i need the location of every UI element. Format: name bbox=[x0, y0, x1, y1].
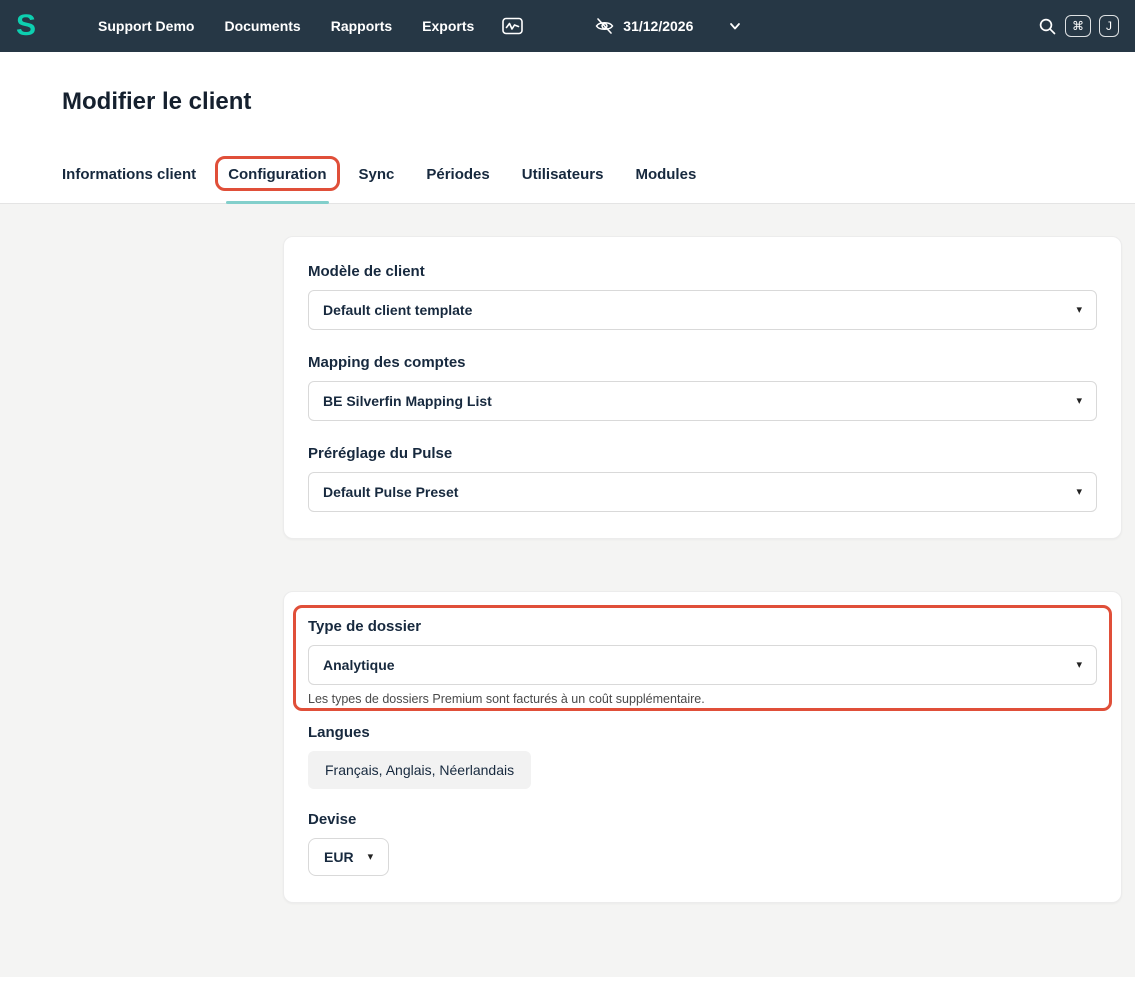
main-nav: Support Demo Documents Rapports Exports bbox=[98, 18, 474, 34]
field-langues: Langues Français, Anglais, Néerlandais bbox=[308, 724, 1097, 789]
tabs-row: Informations client Configuration Sync P… bbox=[0, 140, 1135, 204]
top-navigation-bar: S Support Demo Documents Rapports Export… bbox=[0, 0, 1135, 52]
topbar-right-group: ⌘ J bbox=[1038, 15, 1119, 37]
dossier-type-help-text: Les types de dossiers Premium sont factu… bbox=[308, 692, 705, 706]
cmd-key-badge: ⌘ bbox=[1065, 15, 1091, 37]
select-value: EUR bbox=[324, 849, 354, 865]
search-icon[interactable] bbox=[1038, 17, 1057, 36]
tab-modules[interactable]: Modules bbox=[635, 166, 696, 183]
select-value: Default Pulse Preset bbox=[323, 484, 459, 500]
select-value: Default client template bbox=[323, 302, 473, 318]
main-content: Modèle de client Default client template… bbox=[0, 204, 1135, 977]
pulse-preset-select[interactable]: Default Pulse Preset ▾ bbox=[308, 472, 1097, 512]
field-modele-de-client: Modèle de client Default client template… bbox=[308, 263, 1097, 330]
client-template-select[interactable]: Default client template ▾ bbox=[308, 290, 1097, 330]
caret-down-icon: ▾ bbox=[1076, 485, 1082, 498]
tab-label: Configuration bbox=[228, 166, 327, 183]
j-key-badge: J bbox=[1099, 15, 1119, 37]
tab-label: Périodes bbox=[426, 166, 490, 183]
nav-support-demo[interactable]: Support Demo bbox=[98, 18, 194, 34]
field-mapping-des-comptes: Mapping des comptes BE Silverfin Mapping… bbox=[308, 354, 1097, 421]
field-label: Préréglage du Pulse bbox=[308, 445, 453, 462]
select-value: BE Silverfin Mapping List bbox=[323, 393, 492, 409]
caret-down-icon: ▾ bbox=[367, 850, 374, 863]
eye-slash-icon bbox=[595, 17, 614, 35]
field-prereglage-du-pulse: Préréglage du Pulse Default Pulse Preset… bbox=[308, 445, 1097, 512]
period-selector[interactable]: 31/12/2026 bbox=[595, 17, 693, 35]
field-label: Devise bbox=[308, 811, 357, 828]
chevron-down-icon[interactable] bbox=[727, 18, 743, 34]
select-value: Analytique bbox=[323, 657, 395, 673]
tab-label: Modules bbox=[635, 166, 697, 183]
devise-select[interactable]: EUR ▾ bbox=[308, 838, 390, 876]
page-title: Modifier le client bbox=[62, 88, 252, 115]
nav-exports[interactable]: Exports bbox=[422, 18, 474, 34]
field-label: Mapping des comptes bbox=[308, 354, 466, 371]
field-devise: Devise EUR ▾ bbox=[308, 811, 1097, 876]
caret-down-icon: ▾ bbox=[1076, 303, 1082, 316]
nav-rapports[interactable]: Rapports bbox=[331, 18, 392, 34]
field-label: Langues bbox=[308, 724, 370, 741]
dossier-card: Type de dossier Analytique ▾ Les types d… bbox=[283, 591, 1122, 903]
tab-utilisateurs[interactable]: Utilisateurs bbox=[522, 166, 604, 183]
field-label: Type de dossier bbox=[308, 618, 422, 635]
caret-down-icon: ▾ bbox=[1076, 394, 1082, 407]
dossier-type-select[interactable]: Analytique ▾ bbox=[308, 645, 1097, 685]
field-label: Modèle de client bbox=[308, 263, 425, 280]
caret-down-icon: ▾ bbox=[1076, 658, 1082, 671]
tab-sync[interactable]: Sync bbox=[359, 166, 395, 183]
tab-configuration[interactable]: Configuration bbox=[215, 156, 340, 204]
period-date: 31/12/2026 bbox=[623, 18, 694, 34]
langues-chip[interactable]: Français, Anglais, Néerlandais bbox=[308, 751, 532, 789]
tab-periodes[interactable]: Périodes bbox=[426, 166, 489, 183]
configuration-card: Modèle de client Default client template… bbox=[283, 236, 1122, 539]
tab-label: Informations client bbox=[62, 166, 197, 183]
field-type-de-dossier: Type de dossier Analytique ▾ Les types d… bbox=[293, 605, 1112, 711]
tab-informations-client[interactable]: Informations client bbox=[62, 166, 196, 183]
mapping-list-select[interactable]: BE Silverfin Mapping List ▾ bbox=[308, 381, 1097, 421]
silverfin-logo[interactable]: S bbox=[16, 11, 36, 41]
active-tab-underline bbox=[226, 201, 329, 204]
nav-documents[interactable]: Documents bbox=[224, 18, 300, 34]
tab-label: Utilisateurs bbox=[521, 166, 604, 183]
page-header: Modifier le client bbox=[0, 52, 1135, 140]
tab-label: Sync bbox=[358, 166, 395, 183]
pulse-chart-icon[interactable] bbox=[502, 17, 524, 35]
